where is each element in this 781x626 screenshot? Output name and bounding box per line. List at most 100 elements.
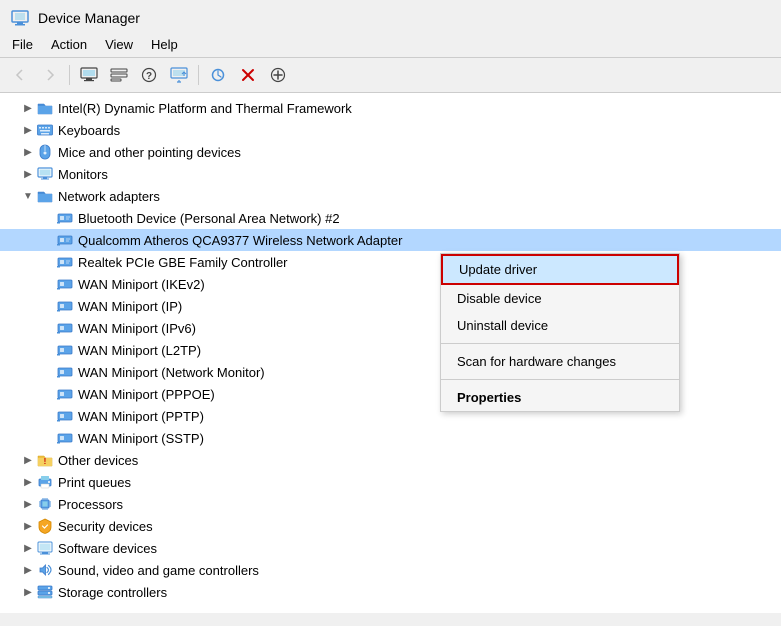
menu-view[interactable]: View [97,34,141,55]
item-label: Software devices [58,541,157,556]
title-bar: Device Manager [0,0,781,32]
network-card-icon [56,319,74,337]
keyboard-icon [36,121,54,139]
back-button[interactable] [6,62,34,88]
qualcomm-adapter-item[interactable]: Qualcomm Atheros QCA9377 Wireless Networ… [0,229,781,251]
computer-view-button[interactable] [75,62,103,88]
list-item[interactable]: ▶ Storage controllers [0,581,781,603]
item-label: Bluetooth Device (Personal Area Network)… [78,211,340,226]
expand-icon[interactable]: ▼ [20,188,36,204]
expand-icon [40,364,56,380]
expand-icon[interactable]: ▶ [20,100,36,116]
network-card-icon [56,297,74,315]
expand-icon [40,386,56,402]
printer-icon [36,473,54,491]
menu-bar: File Action View Help [0,32,781,58]
disable-toolbar-button[interactable] [234,62,262,88]
list-item[interactable]: ▶ Sound, video and game controllers [0,559,781,581]
network-card-icon [56,209,74,227]
expand-icon [40,430,56,446]
expand-icon [40,342,56,358]
item-label: Other devices [58,453,138,468]
warning-folder-icon: ! [36,451,54,469]
expand-icon[interactable]: ▶ [20,496,36,512]
network-folder-icon [36,187,54,205]
context-menu-divider-1 [441,343,679,344]
context-menu-properties[interactable]: Properties [441,384,679,411]
network-card-icon [56,407,74,425]
item-label: WAN Miniport (IP) [78,299,182,314]
list-item[interactable]: ▼ Network adapters [0,185,781,207]
list-item[interactable]: ▶ ! Other devices [0,449,781,471]
item-label: Security devices [58,519,153,534]
expand-icon [40,254,56,270]
item-label: Mice and other pointing devices [58,145,241,160]
list-item[interactable]: ▶ Print queues [0,471,781,493]
item-label: WAN Miniport (PPPOE) [78,387,215,402]
menu-file[interactable]: File [4,34,41,55]
context-menu-scan-hardware[interactable]: Scan for hardware changes [441,348,679,375]
expand-icon [40,210,56,226]
expand-icon[interactable]: ▶ [20,540,36,556]
expand-icon [40,408,56,424]
expand-icon[interactable]: ▶ [20,474,36,490]
list-item[interactable]: ▶ Monitors [0,163,781,185]
monitor-icon [36,165,54,183]
menu-help[interactable]: Help [143,34,186,55]
list-item[interactable]: Bluetooth Device (Personal Area Network)… [0,207,781,229]
expand-icon[interactable]: ▶ [20,122,36,138]
expand-icon[interactable]: ▶ [20,562,36,578]
item-label: Print queues [58,475,131,490]
scan-changes-toolbar-button[interactable] [204,62,232,88]
expand-icon [40,232,56,248]
expand-icon[interactable]: ▶ [20,166,36,182]
expand-icon [40,298,56,314]
mouse-icon [36,143,54,161]
expand-icon[interactable]: ▶ [20,518,36,534]
folder-icon [36,99,54,117]
install-toolbar-button[interactable] [264,62,292,88]
context-menu-update-driver[interactable]: Update driver [441,254,679,285]
item-label: Network adapters [58,189,160,204]
network-card-icon [56,275,74,293]
network-card-icon [56,385,74,403]
item-label: Sound, video and game controllers [58,563,259,578]
network-card-icon [56,341,74,359]
expand-icon[interactable]: ▶ [20,584,36,600]
expand-icon[interactable]: ▶ [20,144,36,160]
item-label: Monitors [58,167,108,182]
expand-icon [40,320,56,336]
list-item[interactable]: ▶ Intel(R) Dynamic Platform and Thermal … [0,97,781,119]
network-card-icon [56,231,74,249]
context-menu-divider-2 [441,379,679,380]
context-menu: Update driver Disable device Uninstall d… [440,253,680,412]
menu-action[interactable]: Action [43,34,95,55]
network-card-icon [56,253,74,271]
context-menu-disable-device[interactable]: Disable device [441,285,679,312]
context-menu-uninstall-device[interactable]: Uninstall device [441,312,679,339]
item-label: Qualcomm Atheros QCA9377 Wireless Networ… [78,233,402,248]
list-item[interactable]: ▶ Software devices [0,537,781,559]
list-item[interactable]: ▶ Keyboards [0,119,781,141]
list-view-button[interactable] [105,62,133,88]
list-item[interactable]: ▶ Mice and other pointing devices [0,141,781,163]
network-card-icon [56,363,74,381]
item-label: Storage controllers [58,585,167,600]
network-card-icon [56,429,74,447]
forward-button[interactable] [36,62,64,88]
processor-icon [36,495,54,513]
item-label: Realtek PCIe GBE Family Controller [78,255,288,270]
list-item[interactable]: WAN Miniport (SSTP) [0,427,781,449]
item-label: WAN Miniport (IKEv2) [78,277,205,292]
svg-text:!: ! [44,457,47,466]
list-item[interactable]: ▶ Proces [0,493,781,515]
help-button[interactable]: ? [135,62,163,88]
toolbar: ? [0,58,781,93]
toolbar-separator-1 [69,65,70,85]
expand-icon[interactable]: ▶ [20,452,36,468]
list-item[interactable]: ▶ Security devices [0,515,781,537]
expand-icon [40,276,56,292]
update-driver-toolbar-button[interactable] [165,62,193,88]
item-label: WAN Miniport (SSTP) [78,431,204,446]
window-title: Device Manager [38,10,140,26]
